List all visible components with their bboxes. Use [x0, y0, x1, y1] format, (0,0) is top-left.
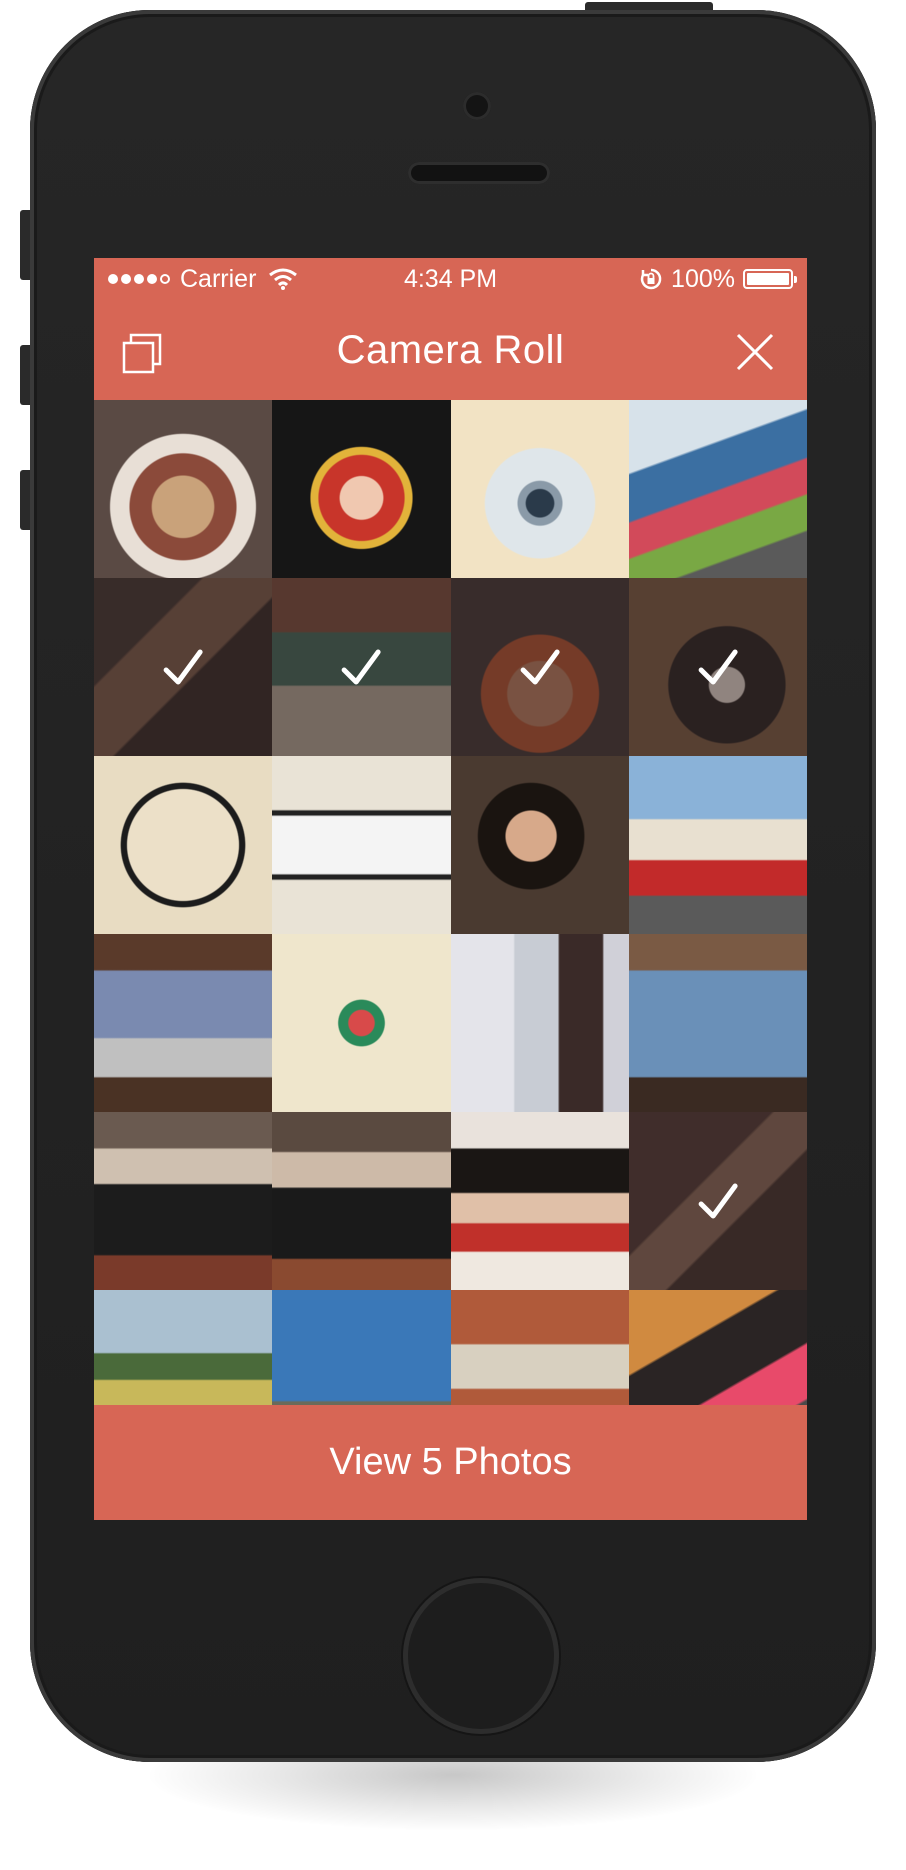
photo-thumbnail-11[interactable]: [450, 756, 629, 934]
photo-thumbnail-12[interactable]: [628, 756, 807, 934]
home-button[interactable]: [403, 1578, 559, 1734]
photo-thumbnail-13[interactable]: [94, 934, 273, 1112]
battery-icon: [743, 269, 797, 289]
photo-thumbnail-7[interactable]: [450, 578, 629, 756]
photo-thumbnail-5[interactable]: [94, 578, 273, 756]
photo-thumbnail-23[interactable]: [450, 1290, 629, 1405]
checkmark-icon: [629, 578, 807, 756]
photo-thumbnail-18[interactable]: [272, 1112, 451, 1290]
photo-thumbnail-22[interactable]: [272, 1290, 451, 1405]
photo-thumbnail-2[interactable]: [272, 400, 451, 578]
view-photos-button[interactable]: View 5 Photos: [94, 1405, 807, 1520]
nav-bar: Camera Roll: [94, 300, 807, 400]
phone-screen: Carrier 4:34 PM 100% Camera Roll View 5 …: [94, 258, 807, 1520]
photo-thumbnail-9[interactable]: [94, 756, 273, 934]
earpiece-speaker: [408, 162, 550, 184]
battery-percent: 100%: [671, 265, 735, 293]
close-icon[interactable]: [733, 330, 777, 374]
photo-thumbnail-6[interactable]: [272, 578, 451, 756]
front-camera: [463, 92, 491, 120]
photo-thumbnail-16[interactable]: [628, 934, 807, 1112]
page-title: Camera Roll: [336, 328, 565, 372]
photo-thumbnail-24[interactable]: [628, 1290, 807, 1405]
photo-thumbnail-14[interactable]: [272, 934, 451, 1112]
photo-thumbnail-15[interactable]: [450, 934, 629, 1112]
photo-thumbnail-1[interactable]: [94, 400, 273, 578]
status-right: 100%: [639, 258, 797, 300]
checkmark-icon: [272, 578, 450, 756]
rotation-lock-icon: [640, 268, 662, 290]
photo-thumbnail-19[interactable]: [450, 1112, 629, 1290]
checkmark-icon: [451, 578, 629, 756]
photo-thumbnail-8[interactable]: [628, 578, 807, 756]
photo-thumbnail-3[interactable]: [450, 400, 629, 578]
photo-thumbnail-17[interactable]: [94, 1112, 273, 1290]
photo-grid: [94, 400, 807, 1405]
status-bar: Carrier 4:34 PM 100%: [94, 258, 807, 300]
checkmark-icon: [629, 1112, 807, 1290]
photo-thumbnail-10[interactable]: [272, 756, 451, 934]
checkmark-icon: [94, 578, 272, 756]
photo-thumbnail-20[interactable]: [628, 1112, 807, 1290]
photo-thumbnail-21[interactable]: [94, 1290, 273, 1405]
photo-thumbnail-4[interactable]: [628, 400, 807, 578]
